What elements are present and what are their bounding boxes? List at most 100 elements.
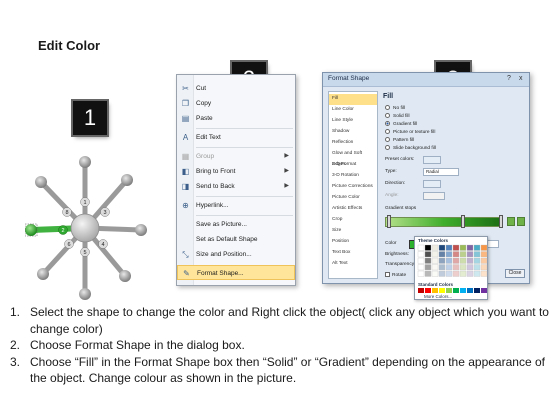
radio-slide-background-fill[interactable]: Slide background fill — [385, 145, 436, 153]
theme-color-swatch — [459, 251, 467, 258]
category-picture-corrections[interactable]: Picture Corrections — [329, 182, 377, 193]
menu-item-label: Send to Back — [196, 183, 235, 190]
hub-spoke-diagram[interactable]: 8 1 2 6 5 4 3 — [25, 150, 165, 300]
category-text-box[interactable]: Text Box — [329, 248, 377, 259]
instruction-text: Select the shape to change the color and… — [30, 305, 549, 336]
menu-item-label: Bring to Front — [196, 168, 236, 175]
gradient-stops-bar[interactable] — [385, 217, 503, 227]
standard-color-swatch — [453, 288, 459, 293]
angle-input[interactable] — [423, 192, 445, 200]
standard-color-swatch — [439, 288, 445, 293]
gradient-stop-handle[interactable] — [461, 215, 465, 228]
theme-color-swatch — [459, 264, 467, 271]
diagram-hub — [70, 213, 100, 243]
theme-color-swatch — [473, 251, 481, 258]
node-number-6: 6 — [67, 242, 70, 248]
menu-item-format-shape[interactable]: ✎ Format Shape... — [177, 265, 295, 280]
checkbox-label: Rotate — [392, 272, 407, 278]
radio-gradient-fill[interactable]: Gradient fill — [385, 121, 417, 129]
dialog-titlebar: Format Shape ? x — [323, 73, 529, 87]
direction-button[interactable] — [423, 180, 441, 188]
category-reflection[interactable]: Reflection — [329, 138, 377, 149]
theme-color-swatch — [438, 270, 446, 277]
menu-item-bring-to-front[interactable]: ◧ Bring to Front ▶ — [177, 164, 295, 179]
menu-item-size-position[interactable]: ⤡ Size and Position... — [177, 247, 295, 262]
paste-icon: ▤ — [181, 114, 190, 123]
instructions-list: 1. Select the shape to change the color … — [10, 304, 550, 387]
theme-color-swatch — [445, 244, 453, 251]
menu-separator — [196, 196, 293, 197]
send-back-icon: ◨ — [181, 182, 190, 191]
menu-item-set-default-shape[interactable]: Set as Default Shape — [177, 232, 295, 247]
gradient-stop-handle[interactable] — [387, 215, 391, 228]
close-icon[interactable]: x — [519, 75, 523, 82]
menu-item-hyperlink[interactable]: ⊕ Hyperlink... — [177, 198, 295, 213]
more-colors-link[interactable]: More Colors... — [424, 294, 452, 299]
radio-label: No fill — [393, 106, 405, 111]
add-stop-button[interactable] — [507, 217, 515, 226]
theme-color-swatch — [424, 251, 432, 258]
fill-heading: Fill — [383, 93, 394, 100]
gradient-stop-handle[interactable] — [499, 215, 503, 228]
category-artistic-effects[interactable]: Artistic Effects — [329, 204, 377, 215]
menu-item-label: Cut — [196, 85, 207, 92]
theme-color-swatch — [431, 270, 439, 277]
standard-color-swatch — [446, 288, 452, 293]
theme-color-swatch — [452, 244, 460, 251]
direction-label: Direction: — [385, 181, 406, 186]
category-line-color[interactable]: Line Color — [329, 105, 377, 116]
category-glow[interactable]: Glow and Soft Edges — [329, 149, 377, 167]
theme-color-swatch — [473, 264, 481, 271]
menu-item-label: Size and Position... — [196, 251, 252, 258]
submenu-arrow-icon: ▶ — [284, 183, 289, 189]
remove-stop-button[interactable] — [517, 217, 525, 226]
menu-item-edit-text[interactable]: A Edit Text — [177, 130, 295, 145]
help-icon[interactable]: ? — [507, 75, 511, 82]
theme-color-swatch — [452, 270, 460, 277]
radio-solid-fill[interactable]: Solid fill — [385, 113, 410, 121]
category-position[interactable]: Position — [329, 237, 377, 248]
angle-label: Angle: — [385, 193, 399, 198]
radio-label: Pattern fill — [393, 138, 415, 143]
category-shadow[interactable]: Shadow — [329, 127, 377, 138]
gradient-stops-label: Gradient stops — [385, 206, 417, 211]
theme-color-swatch — [438, 257, 446, 264]
node-number-4: 4 — [101, 242, 104, 248]
category-crop[interactable]: Crop — [329, 215, 377, 226]
theme-color-swatch — [445, 257, 453, 264]
menu-item-group[interactable]: ▦ Group ▶ — [177, 149, 295, 164]
preset-colors-button[interactable] — [423, 156, 441, 164]
category-line-style[interactable]: Line Style — [329, 116, 377, 127]
menu-item-label: Set as Default Shape — [196, 236, 258, 243]
menu-item-send-to-back[interactable]: ◨ Send to Back ▶ — [177, 179, 295, 194]
menu-item-copy[interactable]: ❐ Copy — [177, 96, 295, 111]
category-3d-rotation[interactable]: 3-D Rotation — [329, 171, 377, 182]
category-3d-format[interactable]: 3-D Format — [329, 160, 377, 171]
menu-item-cut[interactable]: ✂ Cut — [177, 81, 295, 96]
theme-color-swatch — [431, 251, 439, 258]
group-icon: ▦ — [181, 152, 190, 161]
menu-item-save-as-picture[interactable]: Save as Picture... — [177, 217, 295, 232]
radio-label: Gradient fill — [393, 122, 418, 127]
theme-color-swatch — [417, 257, 425, 264]
preset-colors-label: Preset colors: — [385, 157, 415, 162]
type-select[interactable]: Radial — [423, 168, 459, 176]
category-alt-text[interactable]: Alt Text — [329, 259, 377, 270]
radio-picture-fill[interactable]: Picture or texture fill — [385, 129, 435, 137]
instruction-item: 1. Select the shape to change the color … — [10, 304, 550, 337]
radio-dot — [385, 113, 390, 119]
category-fill[interactable]: Fill — [329, 94, 377, 105]
category-picture-color[interactable]: Picture Color — [329, 193, 377, 204]
close-button[interactable]: Close — [505, 269, 525, 278]
radio-no-fill[interactable]: No fill — [385, 105, 405, 113]
theme-color-swatch — [417, 270, 425, 277]
menu-item-label: Format Shape... — [197, 270, 244, 277]
category-size[interactable]: Size — [329, 226, 377, 237]
menu-item-paste[interactable]: ▤ Paste — [177, 111, 295, 126]
theme-color-swatch — [431, 257, 439, 264]
swatch-grid[interactable] — [415, 237, 489, 301]
radio-pattern-fill[interactable]: Pattern fill — [385, 137, 414, 145]
rotate-with-shape-checkbox[interactable]: Rotate — [385, 272, 406, 278]
theme-color-swatch — [438, 244, 446, 251]
bring-front-icon: ◧ — [181, 167, 190, 176]
